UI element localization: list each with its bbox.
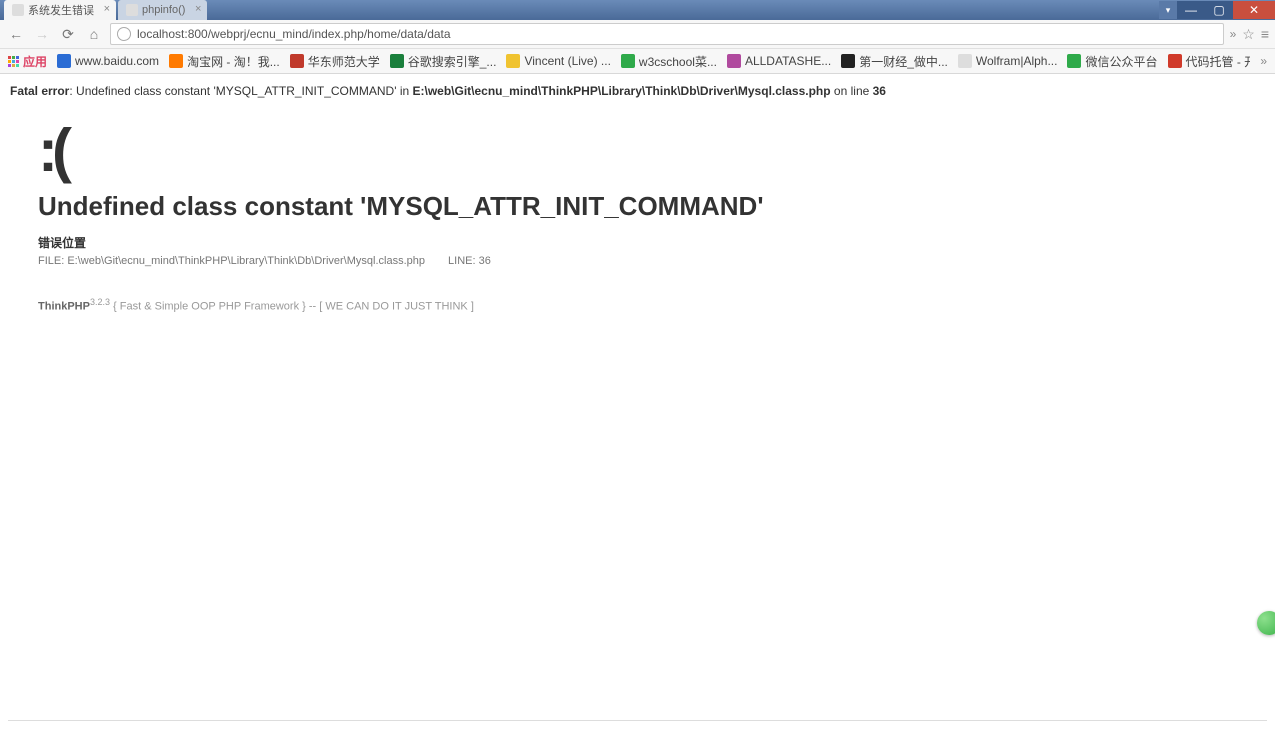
- apps-button[interactable]: 应用: [8, 53, 47, 70]
- fatal-error-path: E:\web\Git\ecnu_mind\ThinkPHP\Library\Th…: [413, 84, 831, 98]
- bookmark-item[interactable]: ALLDATASHE...: [727, 54, 831, 68]
- bookmark-label: 谷歌搜索引擎_...: [408, 53, 497, 70]
- bookmark-label: 华东师范大学: [308, 53, 380, 70]
- close-icon[interactable]: ×: [195, 3, 201, 15]
- bookmark-favicon-icon: [390, 54, 404, 68]
- bookmarks-bar: 应用 www.baidu.com 淘宝网 - 淘！我... 华东师范大学 谷歌搜索引擎…: [0, 49, 1275, 74]
- error-heading: Undefined class constant 'MYSQL_ATTR_INI…: [38, 191, 1265, 222]
- bookmark-label: www.baidu.com: [75, 54, 159, 68]
- framework-tagline: { Fast & Simple OOP PHP Framework } -- […: [110, 301, 474, 313]
- bookmark-label: 第一财经_做中...: [859, 53, 948, 70]
- home-button[interactable]: ⌂: [84, 24, 104, 44]
- error-location-label: 错误位置: [38, 234, 1265, 251]
- window-controls: ▾ — ▢ ✕: [1159, 0, 1275, 20]
- window-close-button[interactable]: ✕: [1233, 1, 1275, 19]
- bookmark-item[interactable]: 淘宝网 - 淘！我...: [169, 53, 280, 70]
- apps-label: 应用: [23, 53, 47, 70]
- error-file-path: E:\web\Git\ecnu_mind\ThinkPHP\Library\Th…: [67, 255, 425, 267]
- bottom-divider: [8, 720, 1267, 721]
- address-text: localhost:800/webprj/ecnu_mind/index.php…: [137, 27, 451, 41]
- bookmark-favicon-icon: [57, 54, 71, 68]
- bookmark-favicon-icon: [621, 54, 635, 68]
- bookmark-star-icon[interactable]: ☆: [1242, 26, 1255, 43]
- bookmark-item[interactable]: Vincent (Live) ...: [506, 54, 610, 68]
- bookmark-favicon-icon: [290, 54, 304, 68]
- tab-title: 系统发生错误: [28, 2, 94, 18]
- window-minimize-button[interactable]: —: [1177, 1, 1205, 19]
- bookmark-label: 微信公众平台: [1085, 53, 1157, 70]
- bookmark-item[interactable]: 第一财经_做中...: [841, 53, 948, 70]
- browser-toolbar: ← → ⟳ ⌂ localhost:800/webprj/ecnu_mind/i…: [0, 20, 1275, 49]
- apps-icon: [8, 56, 19, 67]
- bookmark-item[interactable]: w3cschool菜...: [621, 53, 717, 70]
- bookmark-favicon-icon: [841, 54, 855, 68]
- bookmark-favicon-icon: [1168, 54, 1182, 68]
- bookmark-label: 淘宝网 - 淘！我...: [187, 53, 280, 70]
- page-content: Fatal error: Undefined class constant 'M…: [0, 74, 1275, 313]
- bookmark-label: Wolfram|Alph...: [976, 54, 1058, 68]
- framework-footer: ThinkPHP3.2.3 { Fast & Simple OOP PHP Fr…: [38, 297, 1265, 313]
- bookmark-favicon-icon: [1067, 54, 1081, 68]
- window-maximize-button[interactable]: ▢: [1205, 1, 1233, 19]
- browser-tabs: 系统发生错误 × phpinfo() ×: [0, 0, 1159, 20]
- bookmarks-overflow-icon[interactable]: »: [1260, 54, 1267, 68]
- tab-dropdown-icon[interactable]: ▾: [1159, 1, 1177, 19]
- browser-tab-active[interactable]: 系统发生错误 ×: [4, 0, 116, 20]
- bookmark-favicon-icon: [506, 54, 520, 68]
- bookmark-label: ALLDATASHE...: [745, 54, 831, 68]
- bookmark-favicon-icon: [727, 54, 741, 68]
- bookmark-label: w3cschool菜...: [639, 53, 717, 70]
- address-bar[interactable]: localhost:800/webprj/ecnu_mind/index.php…: [110, 23, 1224, 45]
- bookmark-item[interactable]: 谷歌搜索引擎_...: [390, 53, 497, 70]
- forward-button[interactable]: →: [32, 24, 52, 44]
- page-icon: [126, 4, 138, 16]
- php-fatal-error-line: Fatal error: Undefined class constant 'M…: [10, 84, 1265, 98]
- bookmark-label: 代码托管 - 开源...: [1186, 53, 1251, 70]
- reload-button[interactable]: ⟳: [58, 24, 78, 44]
- tab-title: phpinfo(): [142, 4, 185, 16]
- error-file-line: FILE: E:\web\Git\ecnu_mind\ThinkPHP\Libr…: [38, 255, 1265, 267]
- bookmark-item[interactable]: 代码托管 - 开源...: [1168, 53, 1251, 70]
- fatal-error-label: Fatal error: [10, 84, 69, 98]
- bookmark-favicon-icon: [169, 54, 183, 68]
- menu-icon[interactable]: ≡: [1261, 26, 1269, 42]
- close-icon[interactable]: ×: [104, 3, 110, 15]
- sad-face-icon: :(: [38, 116, 1265, 185]
- bookmark-label: Vincent (Live) ...: [524, 54, 610, 68]
- back-button[interactable]: ←: [6, 24, 26, 44]
- bookmark-favicon-icon: [958, 54, 972, 68]
- window-titlebar: 系统发生错误 × phpinfo() × ▾ — ▢ ✕: [0, 0, 1275, 20]
- bookmark-item[interactable]: 华东师范大学: [290, 53, 380, 70]
- framework-name: ThinkPHP: [38, 301, 90, 313]
- browser-tab-inactive[interactable]: phpinfo() ×: [118, 0, 207, 20]
- framework-version: 3.2.3: [90, 297, 110, 307]
- fatal-error-lineno: 36: [873, 84, 886, 98]
- bookmark-item[interactable]: Wolfram|Alph...: [958, 54, 1058, 68]
- globe-icon: [117, 27, 131, 41]
- bookmark-item[interactable]: www.baidu.com: [57, 54, 159, 68]
- assistant-bubble-icon[interactable]: [1257, 611, 1275, 635]
- toolbar-right: » ☆ ≡: [1230, 26, 1269, 43]
- bookmark-item[interactable]: 微信公众平台: [1067, 53, 1157, 70]
- page-icon: [12, 4, 24, 16]
- error-line-number: 36: [479, 255, 491, 267]
- overflow-icon[interactable]: »: [1230, 27, 1237, 41]
